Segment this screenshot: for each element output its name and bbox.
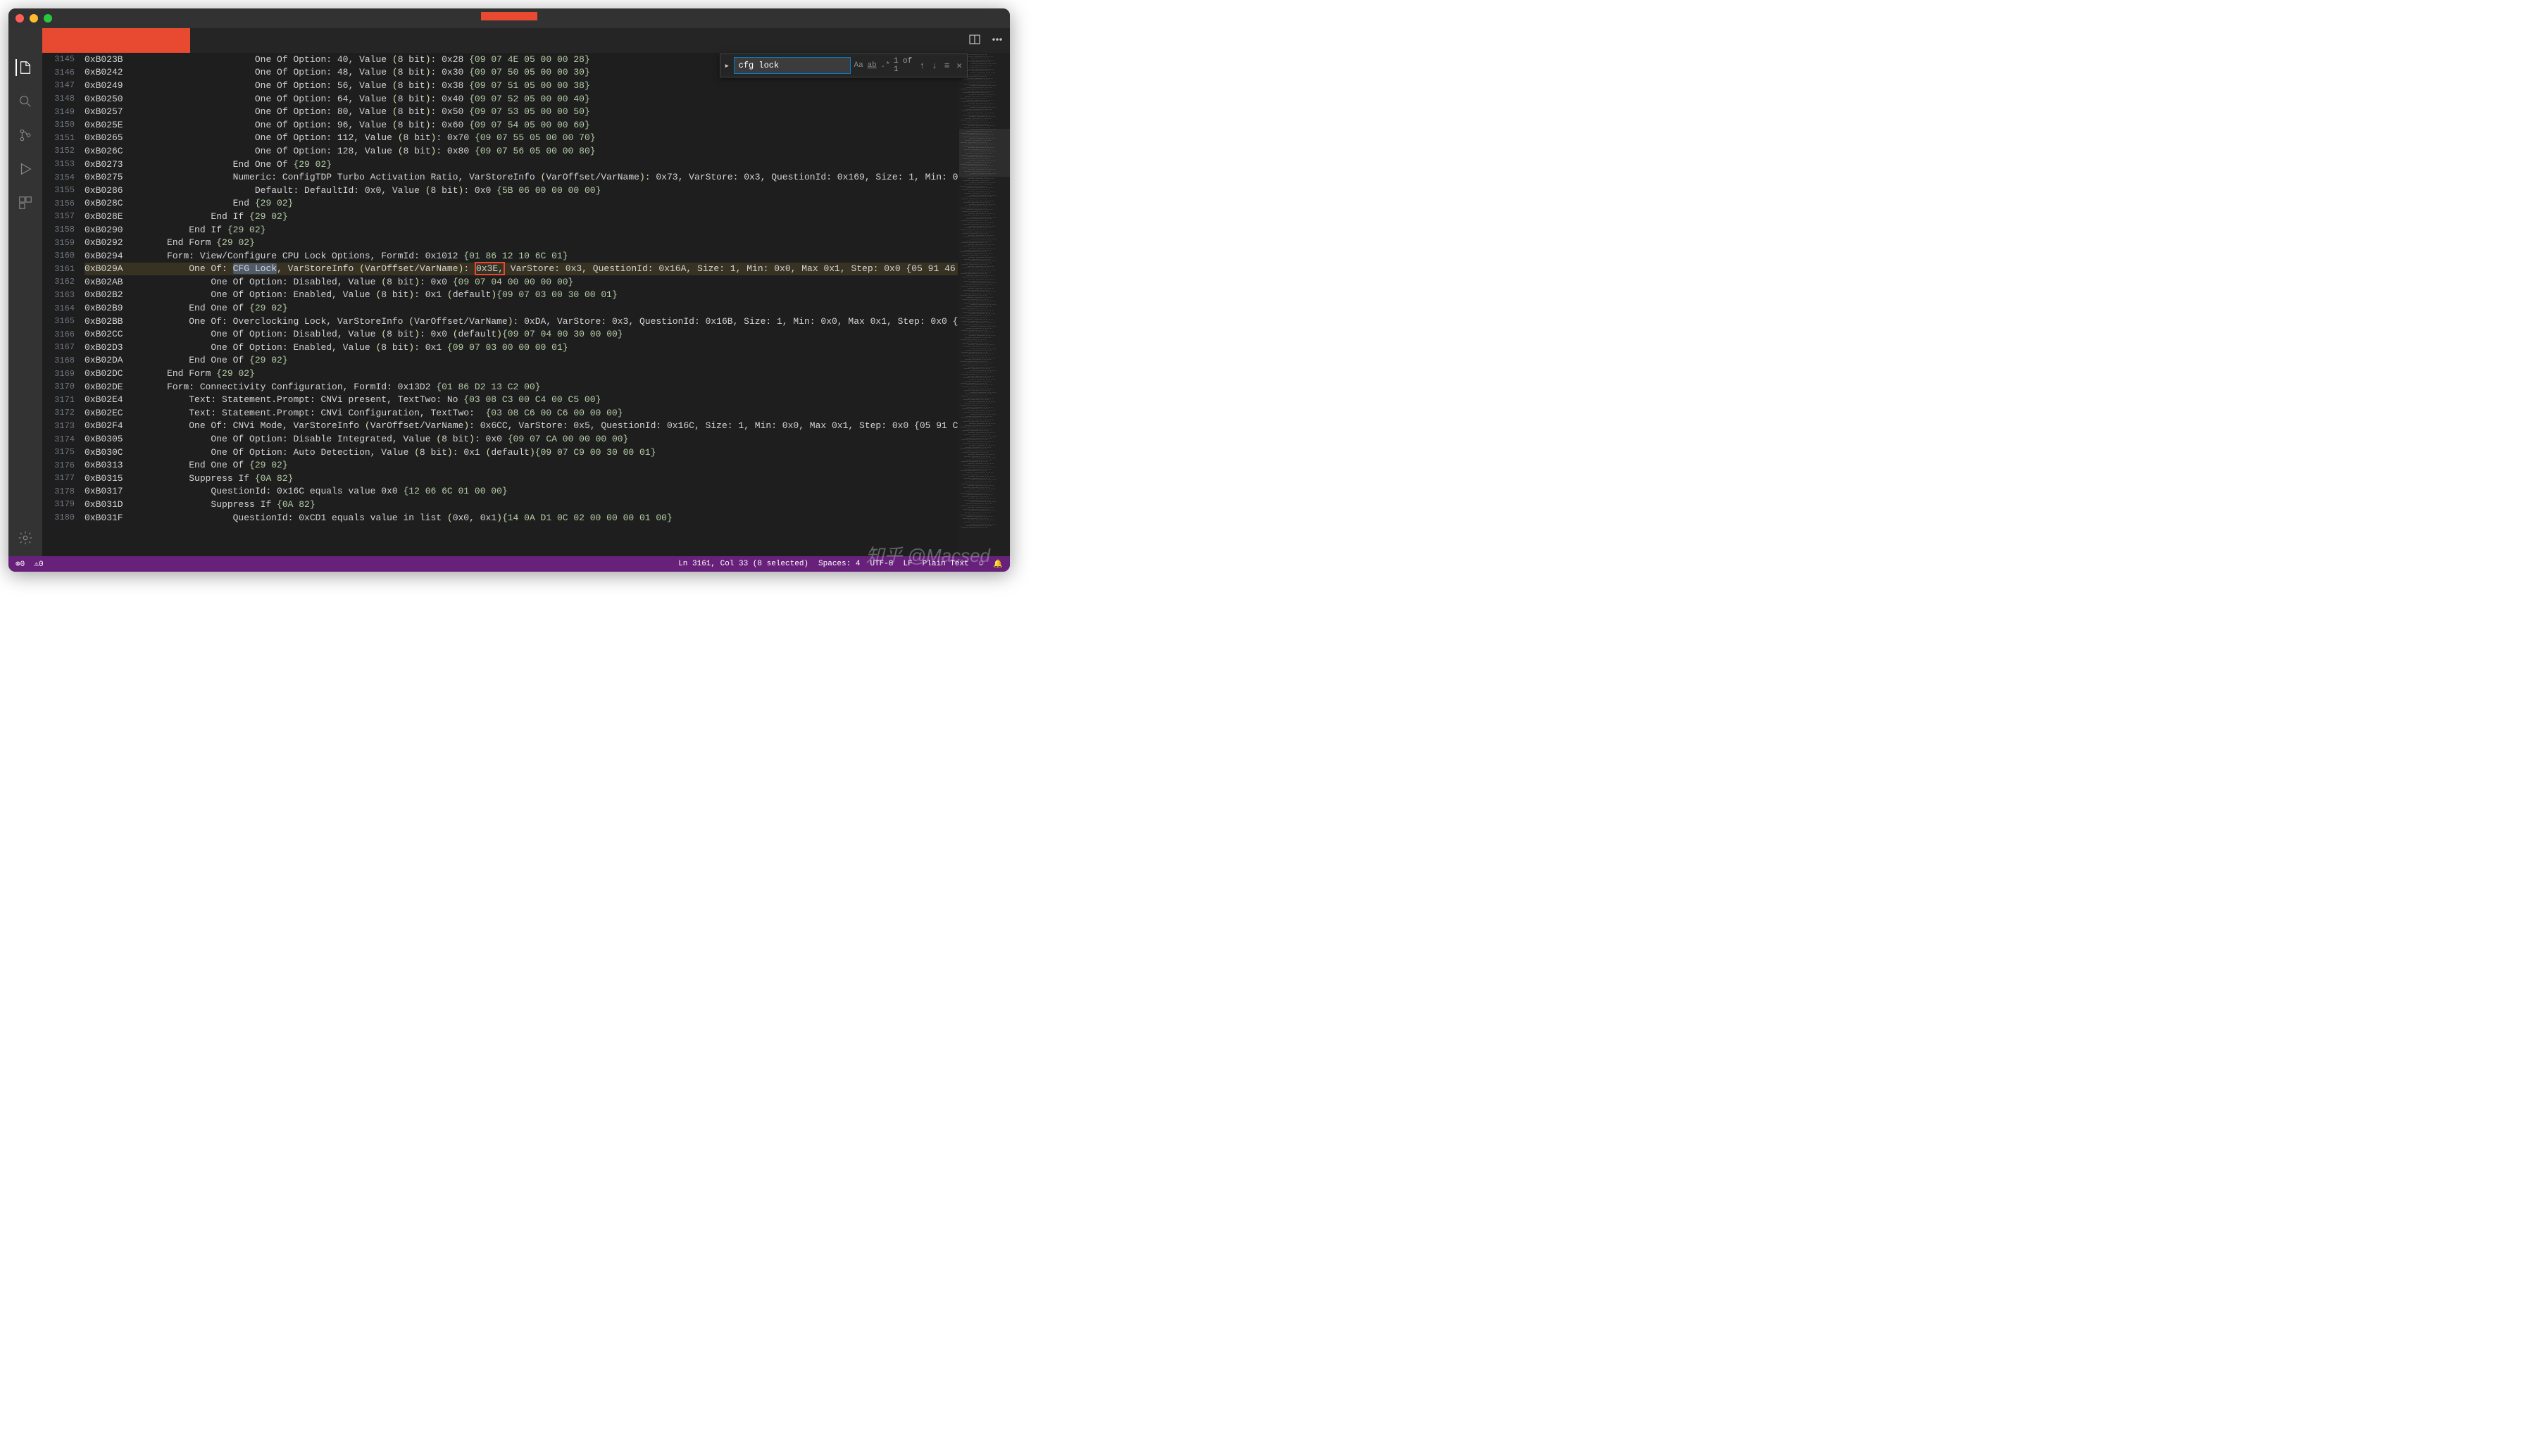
find-input[interactable] [734,57,851,74]
window-controls [15,14,52,23]
line-number-gutter: 3145314631473148314931503151315231533154… [42,53,79,556]
close-icon[interactable] [15,14,24,23]
find-expand-icon[interactable]: ▸ [723,61,731,71]
minimize-icon[interactable] [30,14,38,23]
extensions-icon[interactable] [17,194,34,211]
match-whole-word-icon[interactable]: ab [867,58,877,73]
status-indent[interactable]: Spaces: 4 [818,560,860,568]
match-case-icon[interactable]: Aa [854,58,864,73]
run-debug-icon[interactable] [17,161,34,177]
status-encoding[interactable]: UTF-8 [870,560,893,568]
source-control-icon[interactable] [17,127,34,144]
explorer-icon[interactable] [15,59,34,76]
title-redacted [481,12,537,20]
code-content[interactable]: 0xB023B One Of Option: 40, Value (8 bit)… [85,53,958,556]
minimap-viewport[interactable] [959,129,1010,177]
status-cursor[interactable]: Ln 3161, Col 33 (8 selected) [678,560,808,568]
status-language[interactable]: Plain Text [923,560,969,568]
titlebar [8,8,1010,28]
regex-icon[interactable]: .* [880,58,891,73]
vscode-window: ▸ Aa ab .* 1 of 1 ↑ ↓ ≡ ✕ 31453146314731… [8,8,1010,572]
tab-bar [42,28,1010,53]
editor[interactable]: 3145314631473148314931503151315231533154… [42,53,1010,556]
activity-bar [8,28,42,556]
error-icon: ⊗ [15,560,20,569]
status-problems[interactable]: ⊗0 ⚠0 [15,559,44,569]
find-next-icon[interactable]: ↓ [930,61,939,71]
zoom-icon[interactable] [44,14,52,23]
minimap[interactable]: xxxxxxxx xxxxxxxxxx xx xx xx xx xxxxxxxx… [959,53,1010,556]
search-icon[interactable] [17,93,34,110]
split-editor-icon[interactable] [969,34,980,48]
find-prev-icon[interactable]: ↑ [918,61,927,71]
status-bar: ⊗0 ⚠0 Ln 3161, Col 33 (8 selected) Space… [8,556,1010,572]
notifications-icon[interactable]: 🔔 [993,559,1003,569]
tab-redacted[interactable] [42,28,190,53]
status-eol[interactable]: LF [903,560,912,568]
more-icon[interactable] [992,34,1003,48]
feedback-icon[interactable]: ☺ [979,560,984,568]
find-widget: ▸ Aa ab .* 1 of 1 ↑ ↓ ≡ ✕ [720,54,968,77]
find-in-selection-icon[interactable]: ≡ [942,61,952,71]
settings-gear-icon[interactable] [17,529,34,546]
find-close-icon[interactable]: ✕ [954,61,964,71]
find-result-count: 1 of 1 [894,57,915,74]
